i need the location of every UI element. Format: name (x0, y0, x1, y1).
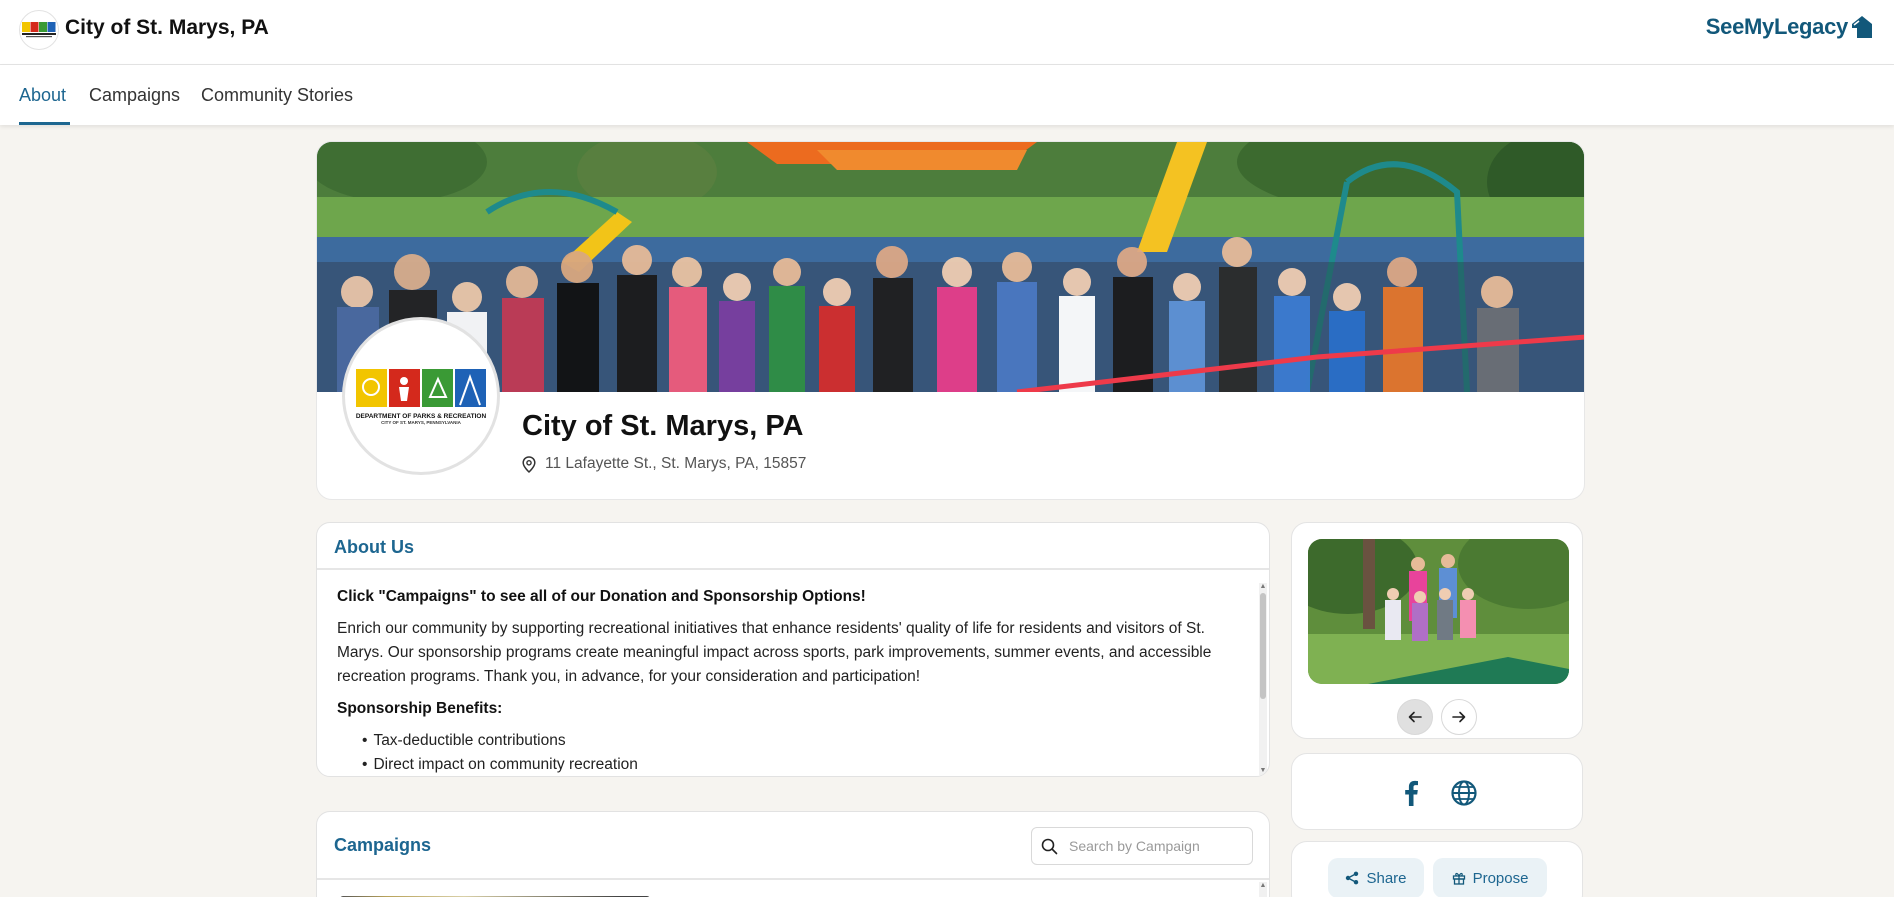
org-title[interactable]: City of St. Marys, PA (65, 16, 269, 40)
about-us-card: About Us Click "Campaigns" to see all of… (316, 522, 1270, 777)
scroll-down-arrow-icon[interactable]: ▼ (1259, 767, 1267, 775)
carousel-photo[interactable] (1308, 539, 1569, 684)
address-text: 11 Lafayette St., St. Marys, PA, 15857 (545, 455, 807, 472)
facebook-link[interactable] (1396, 778, 1426, 808)
tab-about[interactable]: About (19, 85, 66, 106)
globe-icon (1451, 780, 1477, 806)
share-icon (1346, 871, 1359, 885)
website-link[interactable] (1449, 778, 1479, 808)
about-us-content: Click "Campaigns" to see all of our Dona… (337, 585, 1247, 776)
scrollbar-thumb[interactable] (1260, 593, 1266, 699)
address: 11 Lafayette St., St. Marys, PA, 15857 (522, 455, 806, 473)
campaign-search[interactable] (1031, 827, 1253, 865)
gift-icon (1452, 872, 1465, 885)
profile-logo: DEPARTMENT OF PARKS & RECREATION CITY OF… (342, 317, 500, 475)
carousel-photo-image (1308, 539, 1569, 684)
share-button[interactable]: Share (1328, 858, 1424, 897)
tab-community-stories[interactable]: Community Stories (201, 85, 353, 106)
active-tab-indicator (19, 122, 70, 125)
cover-photo (317, 142, 1584, 392)
benefits-heading: Sponsorship Benefits: (337, 700, 503, 717)
tab-nav: About Campaigns Community Stories (0, 65, 1894, 125)
tab-campaigns[interactable]: Campaigns (89, 85, 180, 106)
logo-text-line1: DEPARTMENT OF PARKS & RECREATION (355, 413, 487, 420)
top-bar: City of St. Marys, PA SeeMyLegacy (0, 0, 1894, 65)
propose-button[interactable]: Propose (1433, 858, 1547, 897)
profile-header-card: DEPARTMENT OF PARKS & RECREATION CITY OF… (316, 141, 1585, 500)
photo-carousel-card (1291, 522, 1583, 739)
social-links-card (1291, 753, 1583, 830)
campaigns-cta: Click "Campaigns" to see all of our Dona… (337, 588, 866, 605)
logo-text-line2: CITY OF ST. MARYS, PENNSYLVANIA (381, 420, 461, 425)
parks-rec-logo-icon (356, 369, 486, 407)
actions-card: Share Propose (1291, 841, 1583, 897)
arrow-right-icon (1452, 711, 1466, 723)
profile-name: City of St. Marys, PA (522, 410, 804, 442)
campaigns-scrollbar[interactable]: ▲ (1259, 882, 1267, 897)
arrow-left-icon (1408, 711, 1422, 723)
carousel-prev-button[interactable] (1397, 699, 1433, 735)
search-icon (1041, 838, 1058, 854)
org-logo-image (22, 22, 56, 38)
campaigns-header: Campaigns (317, 812, 1269, 880)
brand-house-icon (1852, 16, 1872, 38)
brand-name: SeeMyLegacy (1705, 14, 1849, 39)
campaign-search-input[interactable] (1069, 838, 1239, 854)
share-label: Share (1366, 869, 1407, 887)
campaigns-card: Campaigns ▲ (316, 811, 1270, 897)
brand-logo[interactable]: SeeMyLegacy (1706, 14, 1874, 40)
propose-label: Propose (1472, 869, 1529, 887)
campaigns-title: Campaigns (334, 835, 432, 855)
carousel-next-button[interactable] (1441, 699, 1477, 735)
scroll-up-arrow-icon[interactable]: ▲ (1259, 882, 1267, 890)
about-paragraph: Enrich our community by supporting recre… (337, 620, 1212, 685)
list-item: Tax-deductible contributions (362, 729, 1247, 753)
list-item: Direct impact on community recreation (362, 753, 1247, 776)
about-us-header: About Us (317, 523, 1269, 570)
facebook-icon (1405, 780, 1418, 806)
about-scrollbar[interactable]: ▲ ▼ (1259, 583, 1267, 775)
about-us-title: About Us (334, 537, 414, 557)
org-logo[interactable] (19, 10, 59, 50)
map-pin-icon (522, 455, 536, 473)
benefits-list: Tax-deductible contributions Direct impa… (337, 729, 1247, 776)
cover-photo-image (317, 142, 1584, 392)
scroll-up-arrow-icon[interactable]: ▲ (1259, 583, 1267, 591)
